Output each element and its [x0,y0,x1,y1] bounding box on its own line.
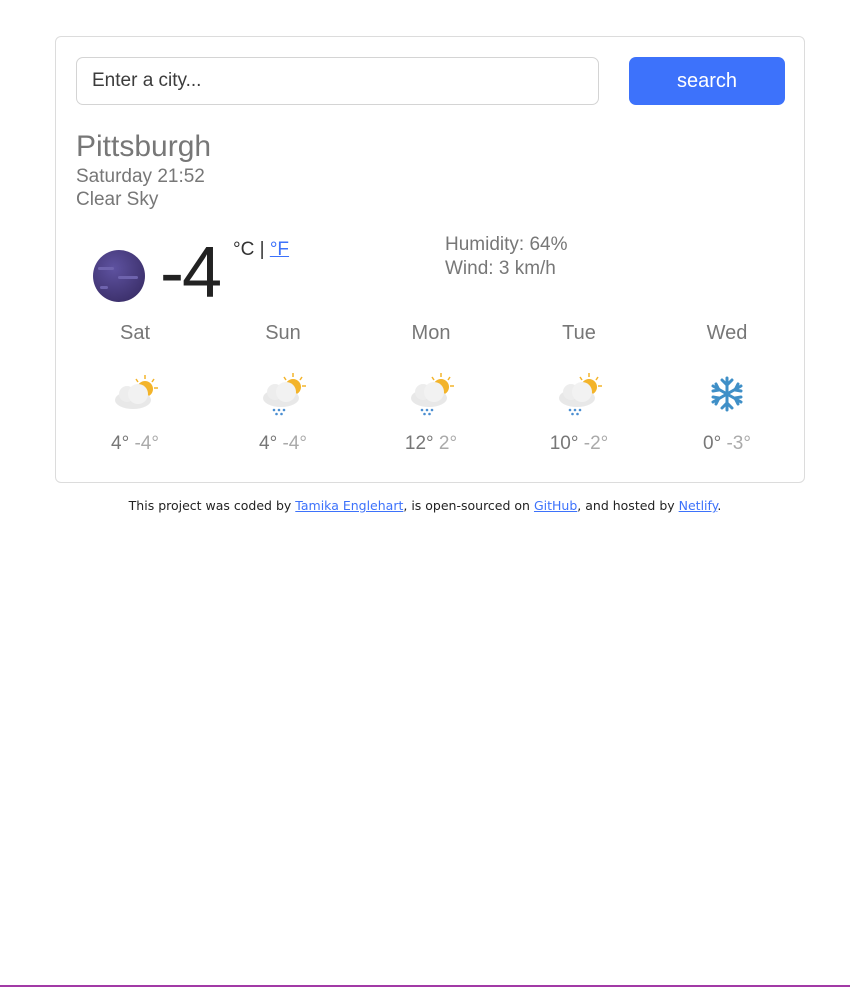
forecast-temps: 4° -4° [209,433,357,455]
bottom-divider [0,985,850,987]
forecast-day-name: Wed [706,322,748,344]
city-search-input[interactable] [76,57,599,105]
footer-text: , and hosted by [577,498,675,513]
forecast-day-name: Sun [265,322,301,344]
footer-text: . [717,498,722,513]
forecast-temps: 0° -3° [653,433,801,455]
forecast-min: -3° [726,433,751,454]
current-temperature: -4 [160,233,222,313]
forecast-row: Sat 4° -4° Sun 4° -4° Mon 12° 2° Tue 10°… [61,321,801,461]
forecast-temps: 10° -2° [505,433,653,455]
rain-partly-cloudy-icon [559,373,602,416]
rain-partly-cloudy-icon [263,373,306,416]
rain-partly-cloudy-icon [411,373,454,416]
partly-cloudy-icon [115,375,158,409]
forecast-temps: 12° 2° [357,433,505,455]
forecast-day: Mon 12° 2° [357,321,505,455]
footer-text: This project was coded by [128,498,292,513]
city-name: Pittsburgh [76,130,212,163]
forecast-min: 2° [438,433,458,454]
unit-toggle: °C | °F [233,239,289,261]
forecast-day: Wed 0° -3° [653,321,801,455]
forecast-max: 4° [259,433,278,454]
footer-text: , is open-sourced on [403,498,530,513]
forecast-day: Sun 4° -4° [209,321,357,455]
forecast-min: -2° [583,433,609,454]
forecast-temps: 4° -4° [61,433,209,455]
moon-icon [93,250,145,302]
forecast-min: -4° [134,433,159,454]
unit-separator: | [259,239,265,260]
netlify-link[interactable]: Netlify [679,498,718,513]
humidity-text: Humidity: 64% [445,234,568,255]
forecast-max: 12° [404,433,434,454]
celsius-label: °C [233,239,255,260]
forecast-min: -4° [282,433,307,454]
forecast-day: Tue 10° -2° [505,321,653,455]
forecast-max: 4° [111,433,130,454]
author-link[interactable]: Tamika Englehart [295,498,403,513]
weather-description: Clear Sky [76,189,159,210]
wind-text: Wind: 3 km/h [445,258,556,279]
forecast-max: 0° [703,433,722,454]
fahrenheit-link[interactable]: °F [270,239,289,260]
forecast-day-name: Mon [411,322,451,344]
forecast-day: Sat 4° -4° [61,321,209,455]
snowflake-icon [711,376,743,412]
github-link[interactable]: GitHub [534,498,577,513]
current-datetime: Saturday 21:52 [76,166,205,187]
page-footer: This project was coded by Tamika Engleha… [0,498,850,513]
weather-card: search Pittsburgh Saturday 21:52 Clear S… [55,36,805,483]
forecast-day-name: Tue [562,322,596,344]
forecast-day-name: Sat [119,322,151,344]
search-button[interactable]: search [629,57,785,105]
forecast-max: 10° [549,433,579,454]
